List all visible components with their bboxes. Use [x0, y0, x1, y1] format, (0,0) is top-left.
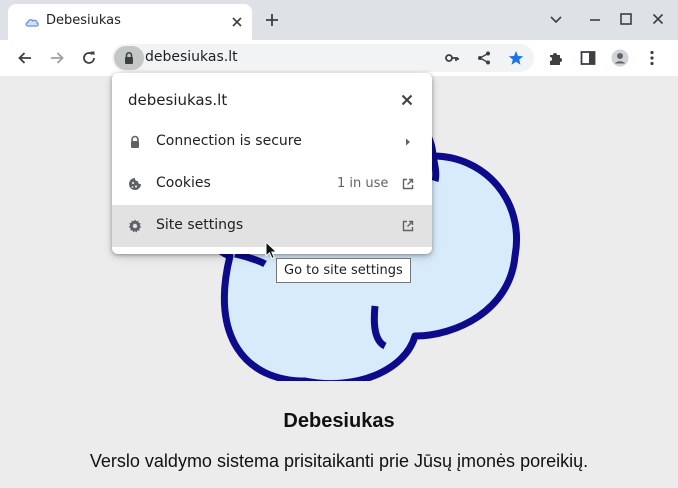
site-info-button[interactable] — [114, 46, 144, 70]
bookmark-star-icon[interactable] — [508, 50, 524, 66]
browser-tab[interactable]: Debesiukas — [8, 4, 252, 40]
connection-secure-label: Connection is secure — [156, 133, 302, 149]
tab-search-chevron-icon[interactable] — [548, 11, 564, 27]
window-close-icon[interactable] — [650, 11, 666, 27]
extensions-puzzle-icon[interactable] — [547, 49, 565, 67]
tab-title: Debesiukas — [46, 13, 121, 28]
site-info-popup: debesiukas.lt Connection is secure Cooki… — [112, 73, 432, 254]
page-tagline: Verslo valdymo sistema prisitaikanti pri… — [89, 451, 589, 471]
reload-icon[interactable] — [80, 49, 98, 67]
tab-strip: Debesiukas — [0, 0, 678, 40]
site-settings-tooltip: Go to site settings — [276, 258, 411, 283]
cloud-favicon-icon — [25, 19, 39, 27]
popup-domain: debesiukas.lt — [128, 91, 228, 109]
back-arrow-icon[interactable] — [16, 49, 34, 67]
menu-kebab-icon[interactable] — [643, 49, 661, 67]
profile-avatar-icon[interactable] — [611, 49, 629, 67]
connection-secure-row[interactable]: Connection is secure — [112, 121, 432, 163]
cookies-row[interactable]: Cookies 1 in use — [112, 163, 432, 205]
new-tab-icon[interactable] — [263, 11, 281, 29]
popup-close-icon[interactable] — [400, 93, 414, 107]
key-icon[interactable] — [444, 50, 460, 66]
maximize-icon[interactable] — [618, 11, 634, 27]
external-link-icon — [402, 178, 414, 190]
share-icon[interactable] — [476, 50, 492, 66]
forward-arrow-icon[interactable] — [48, 49, 66, 67]
side-panel-icon[interactable] — [579, 49, 597, 67]
cookies-count: 1 in use — [337, 176, 389, 191]
lock-icon — [125, 51, 133, 64]
lock-icon — [131, 135, 139, 148]
external-link-icon — [402, 220, 414, 232]
mouse-cursor-icon — [265, 241, 278, 260]
chevron-right-icon — [406, 138, 410, 146]
tab-close-icon[interactable] — [230, 15, 244, 29]
page-title: Debesiukas — [283, 410, 395, 432]
cookie-icon — [129, 178, 141, 190]
minimize-icon[interactable] — [587, 11, 603, 27]
cookies-label: Cookies — [156, 175, 211, 191]
address-bar[interactable]: debesiukas.lt — [112, 44, 534, 72]
url-text: debesiukas.lt — [145, 49, 238, 65]
browser-toolbar: debesiukas.lt — [0, 40, 678, 76]
gear-icon — [128, 219, 142, 233]
site-settings-label: Site settings — [156, 217, 244, 233]
